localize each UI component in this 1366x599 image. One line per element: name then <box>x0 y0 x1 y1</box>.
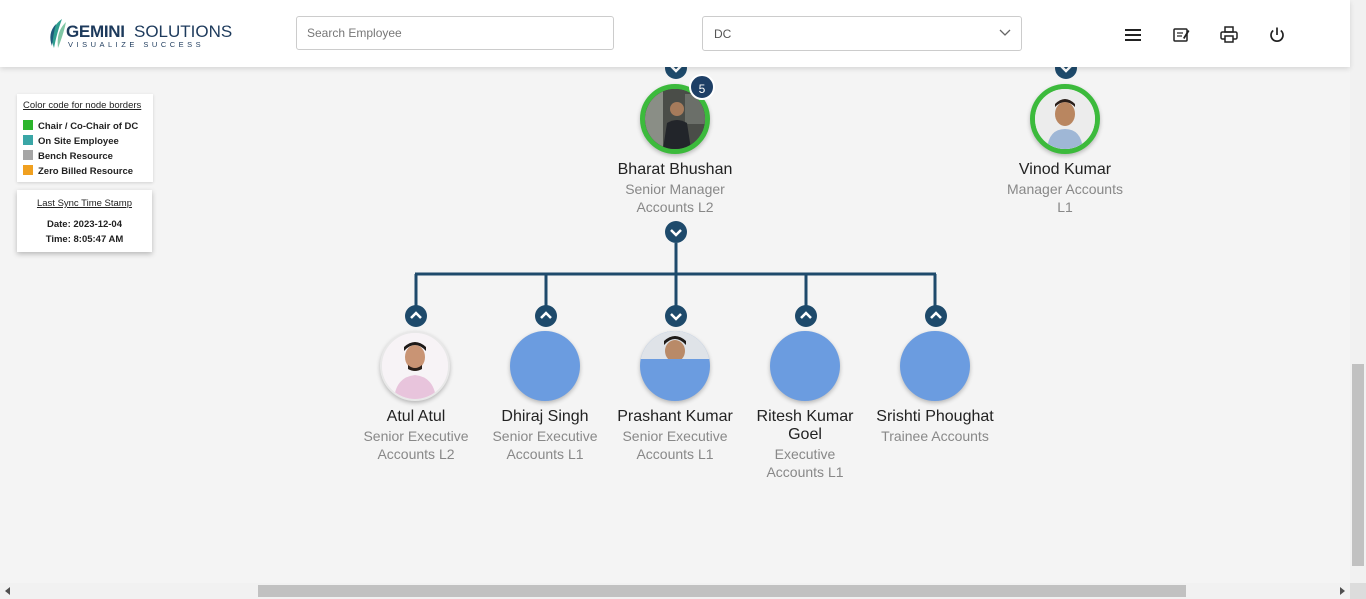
employee-name[interactable]: Ritesh Kumar <box>730 408 880 426</box>
employee-title: Senior Executive <box>622 428 728 444</box>
avatar[interactable] <box>510 331 580 401</box>
employee-name[interactable]: Goel <box>730 426 880 444</box>
notes-icon[interactable] <box>1171 25 1191 45</box>
employee-title: Manager Accounts <box>1007 181 1123 197</box>
logo-name-light: SOLUTIONS <box>134 22 233 41</box>
avatar[interactable] <box>640 331 710 401</box>
employee-title: Senior Manager <box>625 181 725 197</box>
avatar[interactable] <box>1030 84 1100 154</box>
expand-parent-toggle-icon[interactable] <box>925 305 947 327</box>
person-photo-icon <box>382 333 448 399</box>
employee-title: L1 <box>1057 199 1073 215</box>
employee-title: Accounts L2 <box>377 446 455 462</box>
dc-dropdown[interactable]: DC <box>702 16 1022 51</box>
scroll-left-arrow-icon[interactable] <box>4 587 12 595</box>
horizontal-scroll-thumb[interactable] <box>258 585 1186 597</box>
power-icon[interactable] <box>1267 25 1287 45</box>
employee-title: Accounts L1 <box>766 464 844 480</box>
logo-name-bold: GEMINI <box>66 22 125 41</box>
employee-title: Trainee Accounts <box>881 428 989 444</box>
search-employee-input[interactable] <box>296 16 614 50</box>
avatar[interactable] <box>770 331 840 401</box>
reports-count-badge: 5 <box>689 74 715 100</box>
top-bar: GEMINI SOLUTIONS VISUALIZE SUCCESS DC <box>0 0 1350 67</box>
chevron-down-icon <box>999 29 1011 36</box>
employee-title: Accounts L1 <box>636 446 714 462</box>
employee-name[interactable]: Dhiraj Singh <box>470 408 620 426</box>
menu-icon[interactable] <box>1123 25 1143 45</box>
employee-name[interactable]: Atul Atul <box>341 408 491 426</box>
person-photo-icon <box>1035 89 1095 149</box>
vertical-scrollbar[interactable] <box>1350 0 1366 583</box>
employee-title: Senior Executive <box>492 428 598 444</box>
employee-title: Executive <box>774 446 836 462</box>
employee-name[interactable]: Srishti Phoughat <box>860 408 1010 426</box>
employee-title: Accounts L2 <box>636 199 714 215</box>
logo-tagline: VISUALIZE SUCCESS <box>68 40 205 49</box>
scroll-right-arrow-icon[interactable] <box>1338 587 1346 595</box>
person-photo-icon <box>640 331 710 362</box>
collapse-children-toggle-icon[interactable] <box>665 305 687 327</box>
vertical-scroll-thumb[interactable] <box>1352 364 1364 566</box>
employee-name[interactable]: Vinod Kumar <box>990 161 1140 179</box>
expand-parent-toggle-icon[interactable] <box>405 305 427 327</box>
scrollbar-corner <box>1350 583 1366 599</box>
employee-name[interactable]: Bharat Bhushan <box>600 161 750 179</box>
employee-name[interactable]: Prashant Kumar <box>600 408 750 426</box>
collapse-children-toggle-icon[interactable] <box>665 221 687 243</box>
employee-title: Senior Executive <box>363 428 469 444</box>
employee-title: Accounts L1 <box>506 446 584 462</box>
expand-parent-toggle-icon[interactable] <box>795 305 817 327</box>
company-logo[interactable]: GEMINI SOLUTIONS VISUALIZE SUCCESS <box>46 16 232 52</box>
horizontal-scrollbar[interactable] <box>0 583 1350 599</box>
expand-parent-toggle-icon[interactable] <box>535 305 557 327</box>
avatar[interactable] <box>380 331 450 401</box>
dc-dropdown-value: DC <box>714 27 732 41</box>
print-icon[interactable] <box>1219 25 1239 45</box>
avatar[interactable] <box>900 331 970 401</box>
